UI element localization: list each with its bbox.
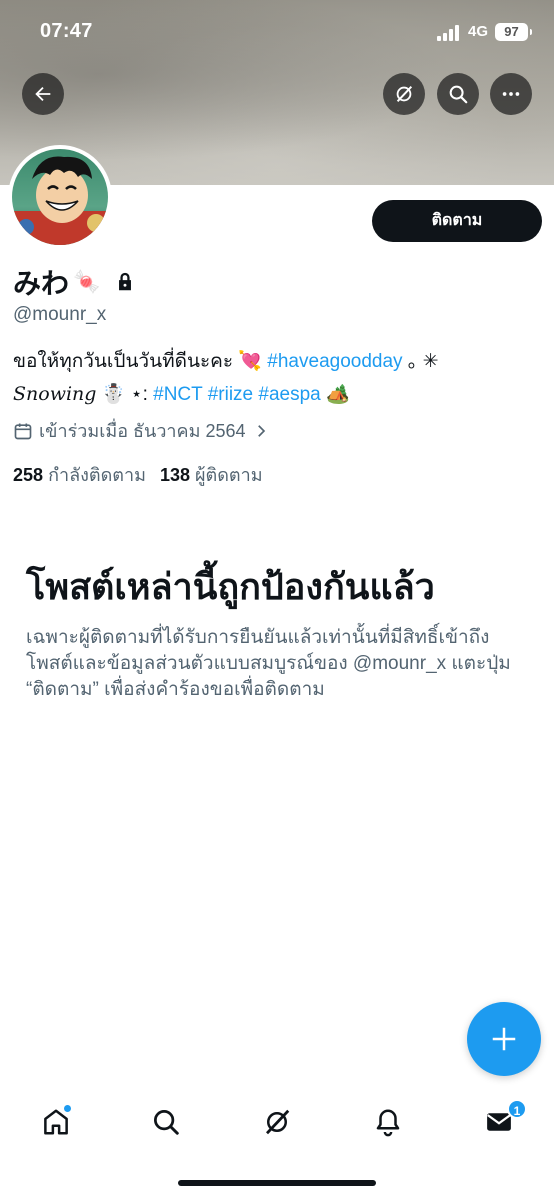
followers-label: ผู้ติดตาม: [195, 465, 263, 485]
grok-icon: [266, 1109, 290, 1135]
search-button[interactable]: [437, 73, 479, 115]
calendar-icon: [14, 423, 32, 439]
join-date[interactable]: เข้าร่วมเมื่อ ธันวาคม 2564: [13, 416, 270, 445]
notifications-icon: [376, 1109, 400, 1137]
profile-page: 07:47 4G 97 ติดตาม みわ 🍬 @mounr_x ขอให้ทุ…: [0, 0, 554, 1199]
tab-search[interactable]: [146, 1102, 186, 1142]
tab-messages[interactable]: 1: [479, 1099, 527, 1142]
search-icon: [154, 1110, 179, 1135]
hashtag-link[interactable]: #aespa: [258, 384, 320, 405]
avatar-image: [12, 149, 108, 245]
candy-emoji: 🍬: [73, 269, 101, 294]
chevron-right-icon: [257, 424, 265, 437]
hashtag-link[interactable]: #riize: [208, 384, 253, 405]
status-bar: 07:47 4G 97: [0, 0, 554, 60]
bio-line-2: Snowing ☃️ ⋆: #NCT #riize #aespa 🏕️: [13, 378, 543, 411]
following-label: กำลังติดตาม: [48, 465, 146, 485]
bio: ขอให้ทุกวันเป็นวันที่ดีนะคะ 💘 #haveagood…: [13, 346, 543, 411]
handle: @mounr_x: [13, 304, 107, 325]
follow-stats: 258 กำลังติดตาม 138 ผู้ติดตาม: [13, 460, 263, 489]
tab-notifications[interactable]: [368, 1102, 408, 1142]
bio-emoji-heart: 💘: [238, 351, 263, 372]
grok-icon: [396, 85, 413, 103]
bio-line-1: ขอให้ทุกวันเป็นวันที่ดีนะคะ 💘 #haveagood…: [13, 346, 543, 378]
arrow-left-icon: [35, 86, 51, 102]
bio-emoji-snowman: ☃️: [101, 384, 126, 405]
display-name-text: みわ: [13, 268, 70, 299]
signal-icon: [437, 25, 463, 41]
following-stat[interactable]: 258 กำลังติดตาม: [13, 460, 146, 489]
protected-description: เฉพาะผู้ติดตามที่ได้รับการยืนยันแล้วเท่า…: [26, 627, 511, 700]
home-indicator[interactable]: [178, 1180, 376, 1186]
bio-text: ขอให้ทุกวันเป็นวันที่ดีนะคะ: [13, 351, 239, 372]
status-time: 07:47: [40, 20, 93, 42]
bio-snowing: Snowing: [13, 383, 97, 405]
follow-button[interactable]: ติดตาม: [372, 200, 542, 242]
battery-icon: 97: [495, 23, 532, 41]
hashtag-link[interactable]: #haveagoodday: [267, 351, 402, 372]
following-count: 258: [13, 465, 44, 485]
messages-badge: 1: [507, 1099, 527, 1119]
followers-stat[interactable]: 138 ผู้ติดตาม: [160, 460, 263, 489]
hashtag-link[interactable]: #NCT: [153, 384, 202, 405]
bio-decoration: ｡ ✳: [402, 351, 439, 372]
more-button[interactable]: [490, 73, 532, 115]
bio-separator: ⋆:: [130, 384, 148, 405]
display-name: みわ 🍬: [13, 262, 136, 302]
tab-grok[interactable]: [257, 1102, 297, 1142]
lock-icon: [119, 272, 132, 291]
protected-title: โพสต์เหล่านี้ถูกป้องกันแล้ว: [26, 566, 435, 607]
tab-home[interactable]: [36, 1102, 76, 1142]
join-date-text: เข้าร่วมเมื่อ ธันวาคม 2564: [39, 421, 246, 441]
plus-icon: [492, 1027, 516, 1051]
more-icon: [502, 92, 520, 96]
battery-level: 97: [504, 24, 519, 39]
network-type: 4G: [468, 23, 489, 40]
home-notification-dot: [63, 1104, 72, 1113]
grok-button[interactable]: [383, 73, 425, 115]
search-icon: [449, 85, 468, 104]
back-button[interactable]: [22, 73, 64, 115]
followers-count: 138: [159, 465, 190, 485]
bio-emoji-camping: 🏕️: [326, 384, 350, 405]
bottom-tab-bar: 1: [0, 1090, 554, 1160]
compose-button[interactable]: [467, 1002, 541, 1076]
avatar[interactable]: [8, 145, 112, 249]
